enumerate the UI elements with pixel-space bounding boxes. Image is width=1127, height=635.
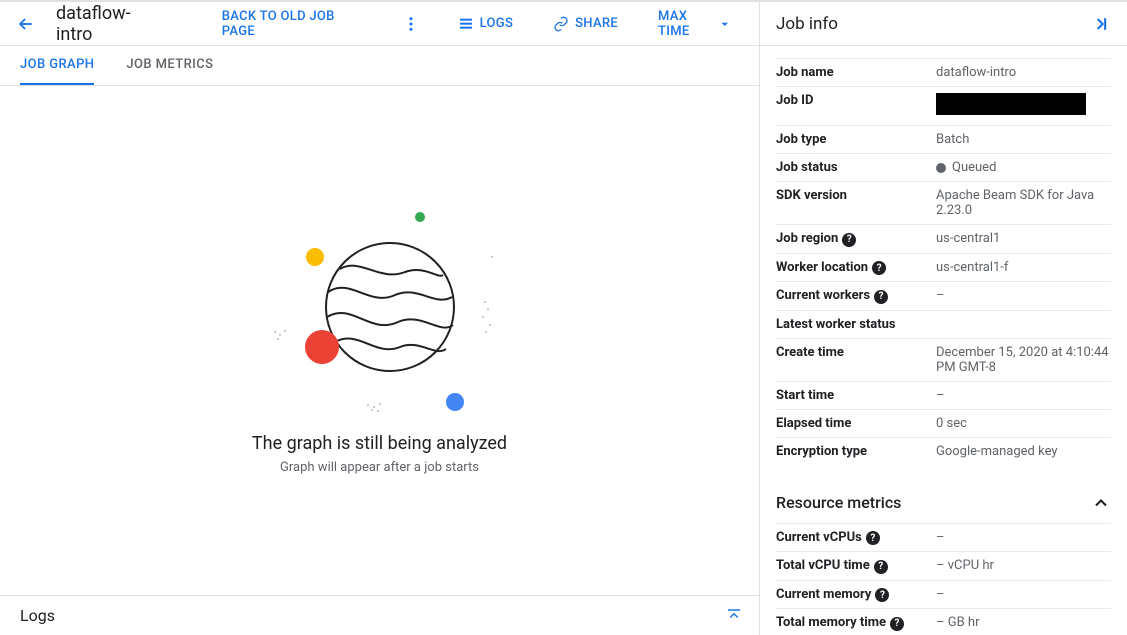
share-button-label: SHARE [575, 16, 618, 31]
table-row: Worker location? us-central1-f [776, 253, 1111, 282]
table-row: Job ID [776, 87, 1111, 126]
main-column: dataflow-intro BACK TO OLD JOB PAGE LOGS… [0, 2, 760, 635]
chevron-up-icon [1091, 493, 1111, 513]
table-row: Current workers? – [776, 282, 1111, 311]
key-tmem: Total memory time? [776, 609, 936, 635]
max-time-label: MAX TIME [658, 9, 713, 39]
help-icon[interactable]: ? [866, 531, 880, 545]
page-title: dataflow-intro [56, 3, 154, 45]
redacted-block [936, 93, 1086, 115]
more-options-icon[interactable] [394, 7, 428, 41]
key-tvcpu: Total vCPU time? [776, 552, 936, 581]
expand-up-icon[interactable] [725, 607, 743, 625]
help-icon[interactable]: ? [872, 261, 886, 275]
val-tmem: – GB hr [936, 609, 1111, 635]
tab-bar: JOB GRAPH JOB METRICS [0, 46, 759, 86]
val-job-name: dataflow-intro [936, 59, 1111, 87]
key-worker-loc: Worker location? [776, 253, 936, 282]
share-button[interactable]: SHARE [541, 8, 630, 40]
side-panel-title: Job info [776, 14, 838, 34]
val-enc: Google-managed key [936, 437, 1111, 465]
graph-placeholder-area: The graph is still being analyzed Graph … [0, 86, 759, 595]
table-row: Job type Batch [776, 126, 1111, 154]
share-icon [553, 16, 569, 32]
help-icon[interactable]: ? [875, 588, 889, 602]
logs-footer-bar[interactable]: Logs [0, 595, 759, 635]
logs-button-label: LOGS [480, 16, 514, 31]
key-start: Start time [776, 381, 936, 409]
placeholder-subtitle: Graph will appear after a job starts [280, 460, 479, 475]
val-create: December 15, 2020 at 4:10:44 PM GMT-8 [936, 338, 1111, 381]
header-bar: dataflow-intro BACK TO OLD JOB PAGE LOGS… [0, 2, 759, 46]
val-sdk: Apache Beam SDK for Java 2.23.0 [936, 182, 1111, 225]
job-info-table: Job name dataflow-intro Job ID Job type … [776, 58, 1111, 465]
table-row: Total vCPU time? – vCPU hr [776, 552, 1111, 581]
key-job-id: Job ID [776, 87, 936, 126]
table-row: Job region? us-central1 [776, 225, 1111, 254]
val-latest-ws [936, 310, 1111, 338]
key-create: Create time [776, 338, 936, 381]
tab-job-metrics[interactable]: JOB METRICS [126, 46, 213, 85]
status-dot-icon [936, 163, 946, 173]
table-row: Current memory? – [776, 580, 1111, 609]
key-job-name: Job name [776, 59, 936, 87]
key-vcpu: Current vCPUs? [776, 523, 936, 552]
resource-metrics-header[interactable]: Resource metrics [776, 493, 1111, 513]
key-latest-ws: Latest worker status [776, 310, 936, 338]
key-elapsed: Elapsed time [776, 409, 936, 437]
help-icon[interactable]: ? [842, 233, 856, 247]
logs-icon [458, 16, 474, 32]
help-icon[interactable]: ? [874, 560, 888, 574]
val-tvcpu: – vCPU hr [936, 552, 1111, 581]
chevron-down-icon [717, 15, 733, 33]
table-row: Encryption type Google-managed key [776, 437, 1111, 465]
table-row: Elapsed time 0 sec [776, 409, 1111, 437]
placeholder-title: The graph is still being analyzed [252, 433, 507, 454]
back-arrow-icon[interactable] [8, 6, 44, 42]
side-panel-header: Job info [760, 2, 1127, 46]
val-region: us-central1 [936, 225, 1111, 254]
table-row: Job status Queued [776, 154, 1111, 182]
val-elapsed: 0 sec [936, 409, 1111, 437]
table-row: Total memory time? – GB hr [776, 609, 1111, 635]
val-job-id [936, 87, 1111, 126]
val-job-status: Queued [936, 154, 1111, 182]
placeholder-illustration [260, 177, 500, 417]
key-job-status: Job status [776, 154, 936, 182]
tab-job-graph[interactable]: JOB GRAPH [20, 46, 94, 85]
val-cur-workers: – [936, 282, 1111, 311]
val-vcpu: – [936, 523, 1111, 552]
key-sdk: SDK version [776, 182, 936, 225]
collapse-panel-icon[interactable] [1091, 14, 1111, 34]
key-enc: Encryption type [776, 437, 936, 465]
resource-metrics-title: Resource metrics [776, 493, 901, 512]
key-cur-workers: Current workers? [776, 282, 936, 311]
logs-footer-label: Logs [20, 606, 55, 625]
status-text: Queued [952, 160, 996, 175]
help-icon[interactable]: ? [890, 617, 904, 631]
val-job-type: Batch [936, 126, 1111, 154]
key-region: Job region? [776, 225, 936, 254]
key-job-type: Job type [776, 126, 936, 154]
table-row: Job name dataflow-intro [776, 59, 1111, 87]
side-panel: Job info Job name dataflow-intro Job ID … [760, 2, 1127, 635]
key-cmem: Current memory? [776, 580, 936, 609]
val-cmem: – [936, 580, 1111, 609]
val-start: – [936, 381, 1111, 409]
table-row: SDK version Apache Beam SDK for Java 2.2… [776, 182, 1111, 225]
val-worker-loc: us-central1-f [936, 253, 1111, 282]
table-row: Create time December 15, 2020 at 4:10:44… [776, 338, 1111, 381]
back-to-old-link[interactable]: BACK TO OLD JOB PAGE [210, 1, 366, 47]
logs-button[interactable]: LOGS [446, 8, 526, 40]
table-row: Start time – [776, 381, 1111, 409]
side-panel-body: Job name dataflow-intro Job ID Job type … [760, 46, 1127, 635]
help-icon[interactable]: ? [874, 290, 888, 304]
table-row: Latest worker status [776, 310, 1111, 338]
resource-metrics-table: Current vCPUs? – Total vCPU time? – vCPU… [776, 523, 1111, 635]
table-row: Current vCPUs? – [776, 523, 1111, 552]
max-time-dropdown[interactable]: MAX TIME [646, 1, 751, 47]
